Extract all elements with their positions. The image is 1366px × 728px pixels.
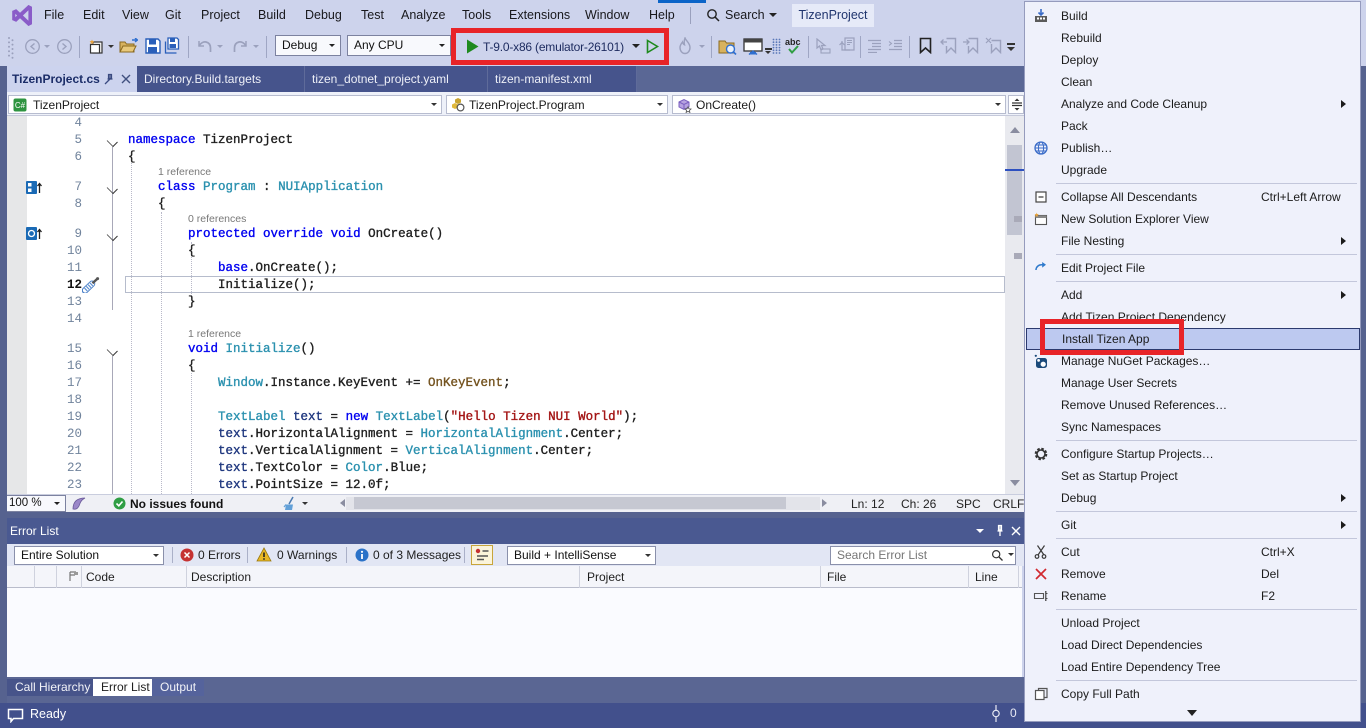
svg-text:C#: C# bbox=[15, 101, 26, 110]
svg-text:abc: abc bbox=[785, 37, 801, 47]
